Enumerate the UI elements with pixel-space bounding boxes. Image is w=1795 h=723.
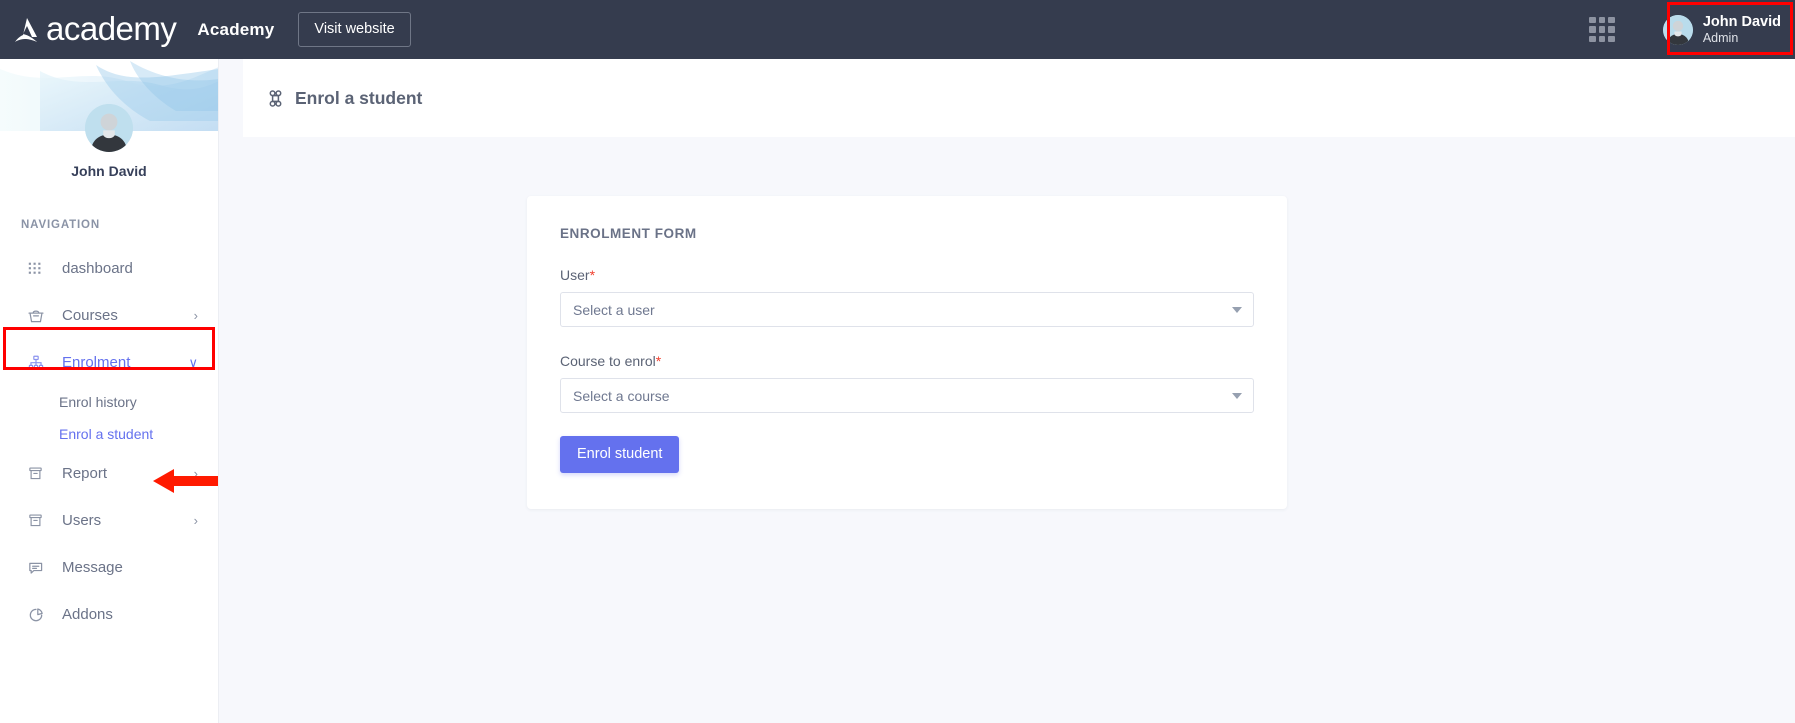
sidebar-item-label: Courses <box>62 307 194 324</box>
chat-icon <box>26 558 45 577</box>
sitemap-icon <box>26 353 45 372</box>
command-icon <box>267 90 284 107</box>
sidebar-subitem-label: Enrol a student <box>59 426 153 442</box>
course-field-group: Course to enrol* Select a course <box>560 353 1254 413</box>
chevron-down-icon <box>1232 307 1242 313</box>
page-title: Enrol a student <box>295 88 422 109</box>
academy-swoosh-logo-icon <box>10 15 44 45</box>
sidebar-profile[interactable]: John David <box>0 59 218 179</box>
required-asterisk: * <box>590 267 595 283</box>
enrol-student-button[interactable]: Enrol student <box>560 436 679 473</box>
user-name: John David <box>1703 14 1781 31</box>
sidebar-item-label: Enrolment <box>62 354 188 371</box>
archive-icon <box>26 511 45 530</box>
chevron-down-icon <box>1232 393 1242 399</box>
main-content: Enrol a student ENROLMENT FORM User* Sel… <box>219 59 1795 723</box>
sidebar-item-label: Report <box>62 465 194 482</box>
user-meta: John David Admin <box>1703 14 1781 45</box>
user-profile-menu[interactable]: John David Admin <box>1647 0 1795 59</box>
grid-apps-icon[interactable] <box>1589 17 1615 43</box>
sidebar-subitem-enrol-a-student[interactable]: Enrol a student <box>0 418 218 450</box>
sidebar-item-dashboard[interactable]: dashboard <box>0 245 218 292</box>
avatar <box>85 104 133 152</box>
user-field-group: User* Select a user <box>560 267 1254 327</box>
sidebar-item-label: Users <box>62 512 194 529</box>
navigation-section-label: NAVIGATION <box>21 219 218 231</box>
user-select[interactable]: Select a user <box>560 292 1254 327</box>
sidebar-item-enrolment[interactable]: Enrolment ∨ <box>0 339 218 386</box>
page-header: Enrol a student <box>243 59 1795 137</box>
required-asterisk: * <box>656 353 661 369</box>
user-select-value: Select a user <box>573 302 655 318</box>
course-select-value: Select a course <box>573 388 670 404</box>
sidebar-item-report[interactable]: Report › <box>0 450 218 497</box>
sidebar-item-label: dashboard <box>62 260 198 277</box>
course-label-text: Course to enrol <box>560 353 656 369</box>
chevron-down-icon: ∨ <box>188 356 198 369</box>
sidebar-subitem-label: Enrol history <box>59 394 137 410</box>
user-role: Admin <box>1703 31 1781 45</box>
brand-logo[interactable]: academy <box>10 0 176 59</box>
archive-icon <box>26 464 45 483</box>
grid-dots-icon <box>26 259 45 278</box>
form-heading: ENROLMENT FORM <box>560 226 1254 241</box>
chevron-right-icon: › <box>194 467 198 480</box>
top-navigation-bar: academy Academy Visit website John Da <box>0 0 1795 59</box>
app-title: Academy <box>197 20 274 40</box>
brand-wordmark: academy <box>46 12 176 48</box>
pie-chart-icon <box>26 605 45 624</box>
sidebar-item-users[interactable]: Users › <box>0 497 218 544</box>
app-root: academy Academy Visit website John Da <box>0 0 1795 723</box>
chevron-right-icon: › <box>194 309 198 322</box>
sidebar: John David NAVIGATION dashboard <box>0 59 219 723</box>
user-label-text: User <box>560 267 590 283</box>
sidebar-item-courses[interactable]: Courses › <box>0 292 218 339</box>
visit-website-button[interactable]: Visit website <box>298 12 410 47</box>
course-field-label: Course to enrol* <box>560 353 1254 369</box>
sidebar-profile-name: John David <box>0 163 218 179</box>
course-select[interactable]: Select a course <box>560 378 1254 413</box>
enrolment-form-card: ENROLMENT FORM User* Select a user Cours… <box>527 196 1287 509</box>
avatar <box>1663 15 1693 45</box>
sidebar-item-message[interactable]: Message <box>0 544 218 591</box>
user-field-label: User* <box>560 267 1254 283</box>
sidebar-item-label: Message <box>62 559 198 576</box>
topbar-right-group: John David Admin <box>1589 0 1795 59</box>
sidebar-item-label: Addons <box>62 606 198 623</box>
chevron-right-icon: › <box>194 514 198 527</box>
sidebar-item-addons[interactable]: Addons <box>0 591 218 638</box>
sidebar-subitem-enrol-history[interactable]: Enrol history <box>0 386 218 418</box>
navigation-list: dashboard Courses › <box>0 245 218 638</box>
basket-icon <box>26 306 45 325</box>
